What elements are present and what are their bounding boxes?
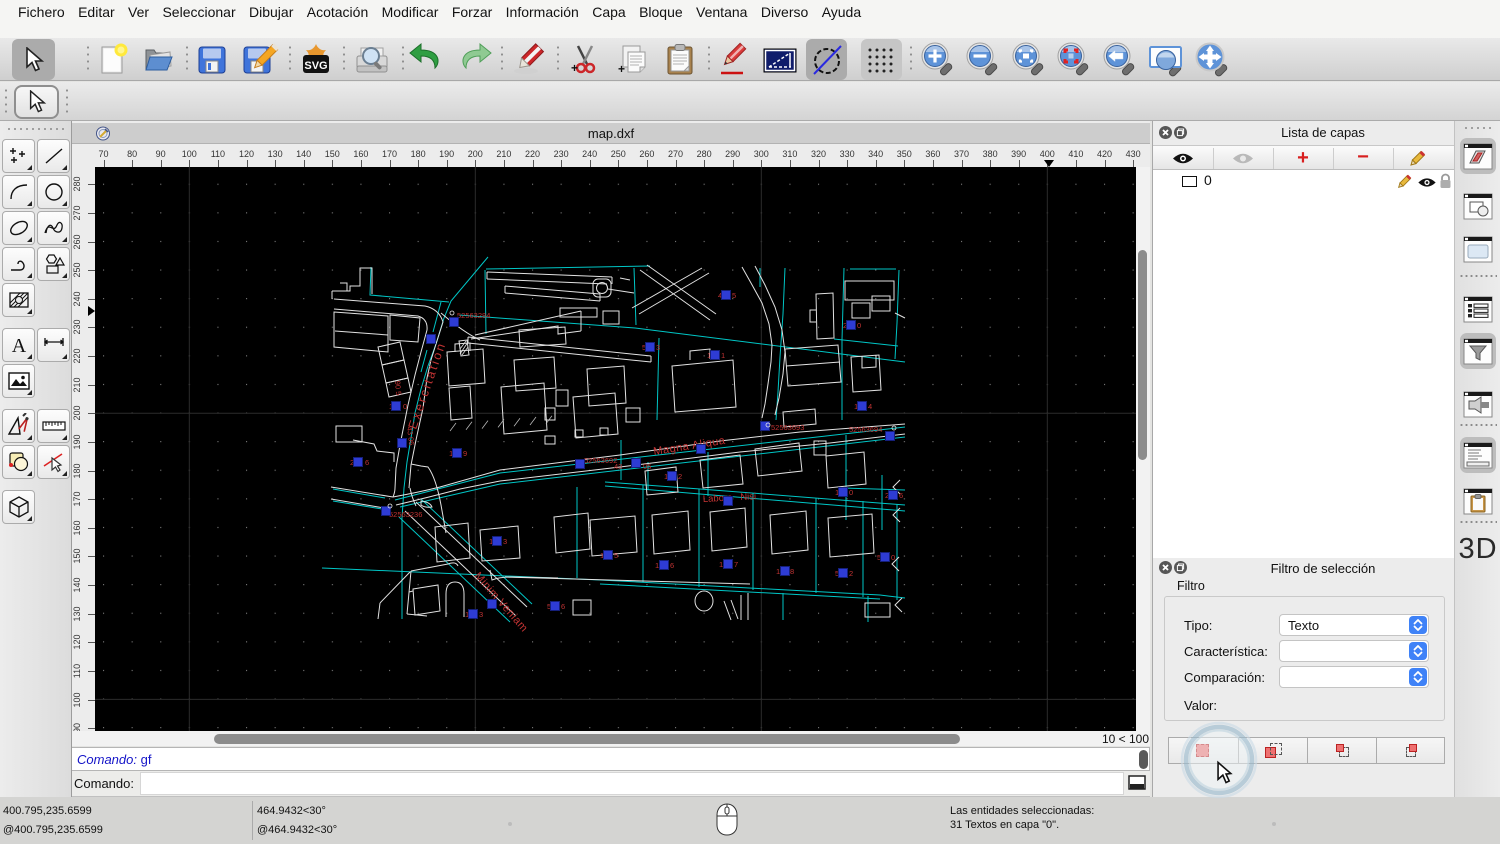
svg-text:90 5: 90 5 [393,380,403,395]
svg-text:6: 6 [670,561,674,570]
svg-text:6: 6 [365,458,369,467]
svg-text:SVG: SVG [304,60,327,72]
svg-text:+: + [618,62,625,76]
svg-text:A: A [11,335,26,357]
svg-text:3: 3 [656,343,660,352]
svg-text:1: 1 [776,567,780,576]
svg-text:0: 0 [403,402,407,411]
svg-text:1: 1 [719,560,723,569]
svg-text:6: 6 [899,491,903,500]
svg-text:2: 2 [678,472,682,481]
svg-text:5: 5 [732,291,736,300]
svg-text:6: 6 [561,602,565,611]
svg-text:0: 0 [849,488,853,497]
svg-text:4: 4 [868,402,872,411]
svg-text:52563694: 52563694 [849,425,882,434]
svg-text:05: 05 [643,462,651,471]
svg-text:9: 9 [463,449,467,458]
svg-text:52563693: 52563693 [771,423,804,432]
svg-text:1: 1 [655,561,659,570]
svg-text:52563284: 52563284 [457,311,490,320]
svg-text:2: 2 [849,569,853,578]
svg-text:43: 43 [614,462,622,471]
svg-text:0: 0 [891,553,895,562]
svg-text:3: 3 [503,537,507,546]
svg-text:8: 8 [790,567,794,576]
svg-text:52563236: 52563236 [389,510,422,519]
svg-text:5: 5 [614,551,618,560]
svg-text:0: 0 [857,321,861,330]
svg-text:1: 1 [721,351,725,360]
svg-text:52563692: 52563692 [584,456,617,465]
svg-text:7: 7 [734,560,738,569]
svg-text:3: 3 [479,610,483,619]
svg-text:+: + [571,61,578,75]
